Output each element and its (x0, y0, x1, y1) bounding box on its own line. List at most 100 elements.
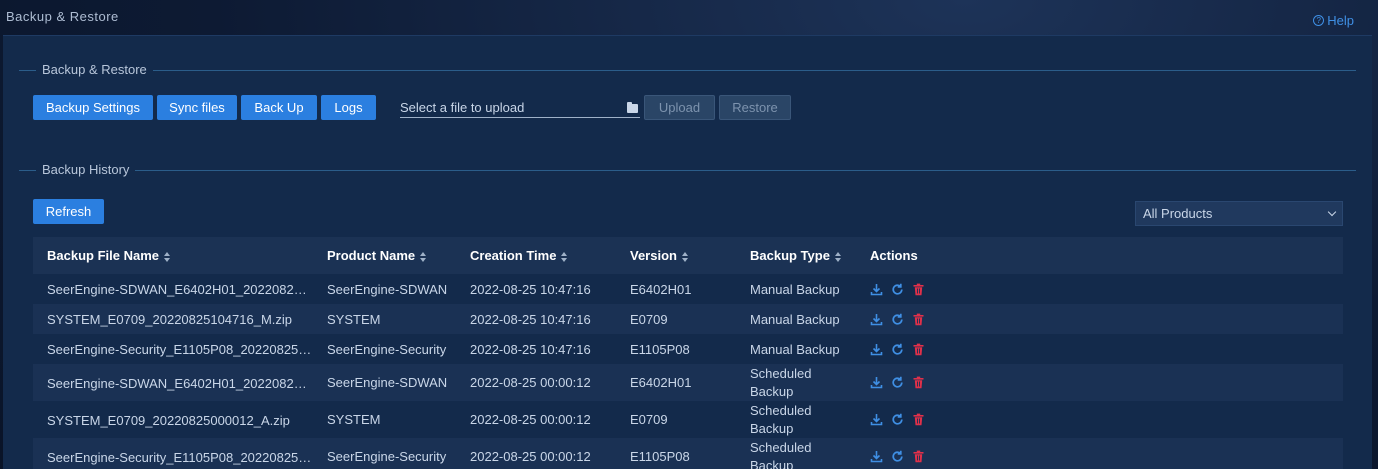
file-upload-field[interactable]: Select a file to upload (400, 96, 640, 118)
back-up-button[interactable]: Back Up (241, 95, 317, 120)
download-icon[interactable] (870, 343, 883, 356)
sort-icon[interactable] (420, 251, 427, 262)
chevron-down-icon (1327, 207, 1337, 217)
cell-actions (856, 304, 1343, 334)
refresh-button[interactable]: Refresh (33, 199, 104, 224)
help-icon: ? (1313, 15, 1325, 26)
download-icon[interactable] (870, 283, 883, 296)
backup-type: Manual Backup (750, 341, 840, 357)
column-header-file-name[interactable]: Backup File Name (33, 237, 313, 274)
divider (19, 170, 1356, 171)
folder-icon[interactable] (627, 102, 638, 113)
backup-settings-button[interactable]: Backup Settings (33, 95, 153, 120)
sort-icon[interactable] (561, 251, 568, 262)
cell-creation-time: 2022-08-25 10:47:16 (456, 334, 616, 364)
sort-icon[interactable] (164, 251, 170, 262)
cell-product-name: SYSTEM (313, 304, 456, 334)
table-row: SeerEngine-Security_E1105P08_2022082510.… (33, 334, 1343, 364)
table-row: SYSTEM_E0709_20220825000012_A.zip SYSTEM 2… (33, 401, 1343, 438)
restore-icon[interactable] (891, 413, 904, 426)
cell-version: E6402H01 (616, 274, 736, 304)
backup-type-line2: Backup (750, 420, 794, 436)
cell-creation-time: 2022-08-25 10:47:16 (456, 304, 616, 334)
table-row: SYSTEM_E0709_20220825104716_M.zip SYSTEM 2… (33, 304, 1343, 334)
backup-type-line1: Scheduled (750, 402, 812, 418)
cell-file-name: SYSTEM_E0709_20220825104716_M.zip (33, 304, 313, 334)
restore-icon[interactable] (891, 313, 904, 326)
file-upload-placeholder: Select a file to upload (400, 100, 525, 115)
divider (19, 70, 1356, 71)
cell-version: E1105P08 (616, 334, 736, 364)
cell-file-name: SeerEngine-Security_E1105P08_2022082510.… (33, 334, 313, 364)
main-panel: Backup & Restore Backup Settings Sync fi… (3, 35, 1372, 469)
restore-icon[interactable] (891, 283, 904, 296)
backup-type-line1: Scheduled (750, 439, 812, 455)
table-row: SeerEngine-SDWAN_E6402H01_2022082510... S… (33, 274, 1343, 304)
cell-version: E6402H01 (616, 364, 736, 401)
download-icon[interactable] (870, 313, 883, 326)
cell-actions (856, 364, 1343, 401)
download-icon[interactable] (870, 450, 883, 463)
cell-backup-type: Scheduled Backup (736, 401, 856, 438)
restore-icon[interactable] (891, 343, 904, 356)
cell-file-name: SeerEngine-SDWAN_E6402H01_2022082500... (33, 364, 313, 401)
cell-file-name: SeerEngine-SDWAN_E6402H01_2022082510... (33, 274, 313, 304)
backup-type: Manual Backup (750, 311, 840, 327)
backup-type-line2: Backup (750, 457, 794, 469)
cell-version: E1105P08 (616, 438, 736, 469)
cell-version: E0709 (616, 401, 736, 438)
cell-creation-time: 2022-08-25 10:47:16 (456, 274, 616, 304)
cell-file-name: SYSTEM_E0709_20220825000012_A.zip (33, 401, 313, 438)
cell-product-name: SeerEngine-SDWAN (313, 274, 456, 304)
column-header-actions: Actions (856, 237, 1343, 274)
cell-actions (856, 334, 1343, 364)
logs-button[interactable]: Logs (321, 95, 376, 120)
column-header-backup-type[interactable]: Backup Type (736, 237, 856, 274)
cell-product-name: SeerEngine-Security (313, 334, 456, 364)
upload-button[interactable]: Upload (644, 95, 715, 120)
cell-creation-time: 2022-08-25 00:00:12 (456, 438, 616, 469)
delete-icon[interactable] (912, 413, 925, 426)
sync-files-button[interactable]: Sync files (157, 95, 237, 120)
table-header-row: Backup File Name Product Name Creation T… (33, 237, 1343, 274)
cell-creation-time: 2022-08-25 00:00:12 (456, 401, 616, 438)
delete-icon[interactable] (912, 283, 925, 296)
cell-backup-type: Manual Backup (736, 334, 856, 364)
column-header-version[interactable]: Version (616, 237, 736, 274)
backup-history-table: Backup File Name Product Name Creation T… (33, 237, 1343, 469)
delete-icon[interactable] (912, 376, 925, 389)
cell-actions (856, 438, 1343, 469)
download-icon[interactable] (870, 413, 883, 426)
delete-icon[interactable] (912, 343, 925, 356)
sort-icon[interactable] (681, 251, 688, 262)
cell-product-name: SeerEngine-SDWAN (313, 364, 456, 401)
delete-icon[interactable] (912, 313, 925, 326)
cell-product-name: SeerEngine-Security (313, 438, 456, 469)
cell-backup-type: Manual Backup (736, 304, 856, 334)
backup-type-line2: Backup (750, 383, 794, 399)
cell-version: E0709 (616, 304, 736, 334)
cell-actions (856, 274, 1343, 304)
help-link[interactable]: ? Help (1313, 13, 1354, 28)
cell-actions (856, 401, 1343, 438)
backup-type-line1: Scheduled (750, 365, 812, 381)
cell-file-name: SeerEngine-Security_E1105P08_2022082500.… (33, 438, 313, 469)
backup-history-legend: Backup History (36, 162, 136, 177)
product-filter-select[interactable]: All Products (1135, 201, 1343, 226)
page-title: Backup & Restore (6, 9, 119, 24)
delete-icon[interactable] (912, 450, 925, 463)
restore-icon[interactable] (891, 450, 904, 463)
column-header-creation-time[interactable]: Creation Time (456, 237, 616, 274)
cell-product-name: SYSTEM (313, 401, 456, 438)
column-header-product-name[interactable]: Product Name (313, 237, 456, 274)
restore-button[interactable]: Restore (719, 95, 791, 120)
table-row: SeerEngine-SDWAN_E6402H01_2022082500... S… (33, 364, 1343, 401)
restore-icon[interactable] (891, 376, 904, 389)
download-icon[interactable] (870, 376, 883, 389)
cell-backup-type: Scheduled Backup (736, 438, 856, 469)
table-row: SeerEngine-Security_E1105P08_2022082500.… (33, 438, 1343, 469)
backup-restore-legend: Backup & Restore (36, 62, 153, 77)
sort-icon[interactable] (834, 251, 841, 262)
cell-creation-time: 2022-08-25 00:00:12 (456, 364, 616, 401)
product-filter-value: All Products (1143, 206, 1213, 221)
